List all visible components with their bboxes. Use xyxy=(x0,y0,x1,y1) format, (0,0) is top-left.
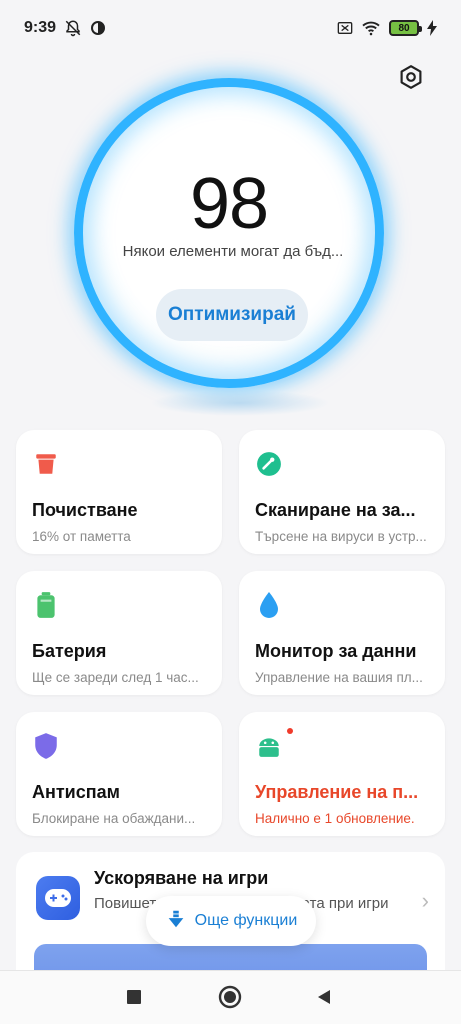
optimize-button[interactable]: Оптимизирай xyxy=(156,289,308,341)
status-right: 80 xyxy=(337,20,437,36)
battery-card-icon xyxy=(32,591,60,619)
score-ring: 98 Някои елементи могат да бъд... Оптими… xyxy=(74,78,384,388)
arrow-down-icon xyxy=(165,908,187,935)
gear-icon[interactable] xyxy=(396,62,426,92)
water-drop-icon xyxy=(255,591,283,619)
shield-icon xyxy=(32,732,60,760)
score-value: 98 xyxy=(189,164,269,244)
battery-level: 80 xyxy=(398,22,410,34)
card-subtitle: Търсене на вируси в устр... xyxy=(255,529,427,544)
gamepad-icon xyxy=(36,876,80,920)
update-badge-dot xyxy=(287,728,293,734)
card-subtitle: Управление на вашия пл... xyxy=(255,670,423,685)
wifi-icon xyxy=(361,20,381,36)
card-title: Монитор за данни xyxy=(255,641,417,661)
navigation-bar xyxy=(0,970,461,1024)
battery-icon: 80 xyxy=(389,20,422,36)
card-antispam[interactable]: Антиспам Блокиране на обаждани... xyxy=(16,712,222,836)
android-icon xyxy=(255,728,293,760)
back-icon[interactable] xyxy=(304,977,344,1017)
charging-icon xyxy=(427,20,437,36)
data-saver-icon xyxy=(90,20,106,36)
card-subtitle: Налично е 1 обновление. xyxy=(255,811,415,826)
card-subtitle: Ще се зареди след 1 час... xyxy=(32,670,199,685)
sim-off-icon xyxy=(337,21,353,35)
game-booster-title: Ускоряване на игри xyxy=(94,868,269,888)
card-data-monitor[interactable]: Монитор за данни Управление на вашия пл.… xyxy=(239,571,445,695)
card-battery[interactable]: Батерия Ще се зареди след 1 час... xyxy=(16,571,222,695)
card-security-scan[interactable]: Сканиране на за... Търсене на вируси в у… xyxy=(239,430,445,554)
chevron-right-icon: › xyxy=(421,888,429,913)
status-time: 9:39 xyxy=(24,19,57,36)
notifications-off-icon xyxy=(64,19,82,37)
score-shadow xyxy=(150,390,330,416)
more-functions-label: Още функции xyxy=(194,912,298,929)
score-circle: 98 Някои елементи могат да бъд... Оптими… xyxy=(74,78,384,388)
card-app-manager[interactable]: Управление на п... Налично е 1 обновлени… xyxy=(239,712,445,836)
status-left: 9:39 xyxy=(24,19,106,37)
card-cleaner[interactable]: Почистване 16% от паметта xyxy=(16,430,222,554)
trash-icon xyxy=(32,450,60,478)
status-bar: 9:39 80 xyxy=(0,0,461,56)
score-message: Някои елементи могат да бъд... xyxy=(122,243,344,260)
card-title: Батерия xyxy=(32,641,107,661)
more-functions-button[interactable]: Още функции xyxy=(146,896,316,946)
card-title: Антиспам xyxy=(32,782,120,802)
card-title: Почистване xyxy=(32,500,138,520)
card-title: Управление на п... xyxy=(255,782,419,802)
card-title: Сканиране на за... xyxy=(255,500,416,520)
home-icon[interactable] xyxy=(210,977,250,1017)
card-subtitle: 16% от паметта xyxy=(32,529,131,544)
recents-icon[interactable] xyxy=(114,977,154,1017)
card-subtitle: Блокиране на обаждани... xyxy=(32,811,196,826)
scan-icon xyxy=(255,450,283,478)
